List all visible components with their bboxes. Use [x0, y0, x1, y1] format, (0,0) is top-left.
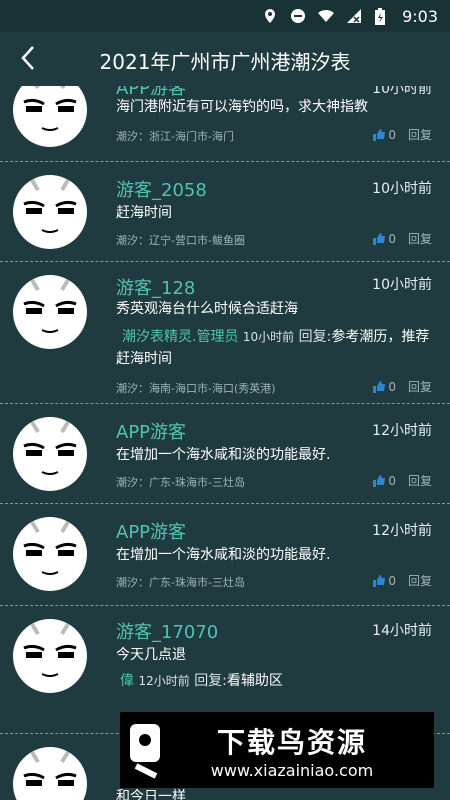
admin-reply: 潮汐表精灵.管理员 10小时前 回复:参考潮历，推荐赶海时间	[116, 326, 434, 370]
location-icon	[262, 8, 278, 24]
item-actions: 0 回复	[372, 230, 432, 247]
tide-location: 潮汐：辽宁-营口市-鲅鱼圈	[116, 234, 245, 247]
tide-location: 潮汐：浙江-海门市-海门	[116, 130, 234, 143]
reply-text: 看辅助区	[226, 673, 283, 689]
reply-time: 12小时前	[138, 674, 190, 688]
like-button[interactable]: 0	[372, 574, 396, 588]
avatar	[12, 86, 88, 148]
watermark-url: www.xiazainiao.com	[210, 760, 374, 780]
tide-location: 潮汐：广东-珠海市-三灶岛	[116, 476, 245, 489]
user-name: 游客_17070	[116, 622, 219, 643]
status-bar: 9:03	[0, 0, 450, 32]
avatar	[12, 516, 88, 592]
comment-list[interactable]: APP游客 10小时前 海门港附近有可以海钓的吗，求大神指教 潮汐：浙江-海门市…	[0, 86, 450, 800]
status-time: 9:03	[402, 6, 438, 26]
reply-button[interactable]: 回复	[408, 378, 432, 395]
comment-text: 今天几点退	[116, 647, 186, 663]
thumb-up-icon	[373, 232, 386, 245]
battery-icon	[374, 8, 390, 25]
reply-button[interactable]: 回复	[408, 126, 432, 143]
reply-tag: 回复:	[298, 329, 332, 345]
item-actions: 0 回复	[372, 378, 432, 395]
comment-text: 秀英观海台什么时候合适赶海	[116, 301, 298, 317]
thumb-up-icon	[373, 380, 386, 393]
like-count: 0	[388, 127, 396, 142]
like-count: 0	[388, 473, 396, 488]
reply-author: 偉	[120, 673, 134, 689]
list-item: APP游客 12小时前 在增加一个海水咸和淡的功能最好. 潮汐：广东-珠海市-三…	[0, 404, 450, 504]
like-count: 0	[388, 573, 396, 588]
thumb-up-icon	[373, 574, 386, 587]
item-actions: 0 回复	[372, 126, 432, 143]
like-count: 0	[388, 231, 396, 246]
avatar	[12, 274, 88, 350]
user-name: APP游客	[116, 422, 187, 443]
reply-tag: 回复:	[194, 673, 227, 689]
do-not-disturb-icon	[290, 8, 306, 24]
thumb-up-icon	[373, 128, 386, 141]
avatar	[12, 746, 88, 800]
comment-text: 在增加一个海水咸和淡的功能最好.	[116, 547, 331, 563]
list-item: APP游客 12小时前 在增加一个海水咸和淡的功能最好. 潮汐：广东-珠海市-三…	[0, 504, 450, 606]
post-time: 10小时前	[372, 277, 432, 293]
bird-logo-icon	[124, 718, 168, 782]
reply-author: 潮汐表精灵.管理员	[122, 329, 239, 345]
wifi-icon	[318, 8, 335, 24]
like-button[interactable]: 0	[372, 128, 396, 142]
user-name: APP游客	[116, 522, 187, 543]
comment-text: 在增加一个海水咸和淡的功能最好.	[116, 447, 331, 463]
comment-text: 海门港附近有可以海钓的吗，求大神指教	[116, 99, 368, 115]
avatar	[12, 174, 88, 250]
reply-time: 10小时前	[242, 330, 295, 344]
post-time: 12小时前	[372, 423, 432, 439]
user-reply: 偉 12小时前 回复:看辅助区	[116, 670, 434, 692]
thumb-up-icon	[373, 474, 386, 487]
post-time: 10小时前	[372, 181, 432, 197]
user-name: 游客_128	[116, 278, 196, 299]
avatar	[12, 618, 88, 694]
tide-location: 潮汐：海南-海口市-海口(秀英港)	[116, 382, 276, 395]
avatar	[12, 416, 88, 492]
watermark-title: 下载鸟资源	[216, 725, 367, 759]
like-button[interactable]: 0	[372, 232, 396, 246]
tide-location: 潮汐：广东-珠海市-三灶岛	[116, 576, 245, 589]
page-title: 2021年广州市广州港潮汐表	[99, 50, 351, 74]
list-item: APP游客 10小时前 海门港附近有可以海钓的吗，求大神指教 潮汐：浙江-海门市…	[0, 86, 450, 162]
user-name: 游客_2058	[116, 180, 207, 201]
app-bar: 2021年广州市广州港潮汐表	[0, 32, 450, 86]
comment-text: 赶海时间	[116, 205, 172, 221]
list-item: 游客_2058 10小时前 赶海时间 潮汐：辽宁-营口市-鲅鱼圈 0 回复	[0, 162, 450, 262]
item-actions: 0 回复	[372, 472, 432, 489]
reply-button[interactable]: 回复	[408, 230, 432, 247]
signal-icon	[346, 8, 362, 24]
reply-button[interactable]: 回复	[408, 472, 432, 489]
watermark-banner: 下载鸟资源 www.xiazainiao.com	[120, 712, 434, 788]
like-button[interactable]: 0	[372, 380, 396, 394]
comment-text: 和今日一样	[116, 789, 186, 800]
list-item: 游客_128 10小时前 秀英观海台什么时候合适赶海 潮汐表精灵.管理员 10小…	[0, 262, 450, 404]
like-button[interactable]: 0	[372, 474, 396, 488]
post-time: 14小时前	[372, 623, 432, 639]
item-actions: 0 回复	[372, 572, 432, 589]
reply-button[interactable]: 回复	[408, 572, 432, 589]
like-count: 0	[388, 379, 396, 394]
post-time: 12小时前	[372, 523, 432, 539]
